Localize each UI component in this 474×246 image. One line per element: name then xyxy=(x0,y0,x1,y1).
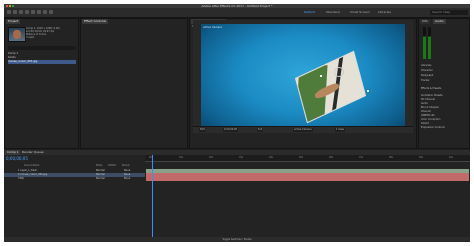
tick-label: 10s xyxy=(449,156,453,159)
view-label: Active Camera xyxy=(203,26,223,29)
timeline-panel: 0;00;00;05 Source Name Mode TrkMat Paren… xyxy=(4,155,470,242)
toolbar: Default Standard Small Screen Libraries … xyxy=(4,8,470,18)
effects-category[interactable]: Expression Controls xyxy=(421,126,445,129)
home-icon[interactable] xyxy=(7,10,11,14)
help-search-input[interactable]: Search Help xyxy=(430,10,468,15)
effects-category[interactable]: Channel xyxy=(421,110,431,113)
column-header: Source Name xyxy=(24,164,40,167)
composition-viewer[interactable]: Active Camera 50% 0:00:00:05 Full Active… xyxy=(193,20,413,133)
anchor-point-icon[interactable] xyxy=(334,67,344,77)
playhead[interactable] xyxy=(152,155,153,242)
panel-item-libraries[interactable]: Libraries xyxy=(421,64,431,67)
tracked-image-layer[interactable] xyxy=(295,50,366,124)
time-display[interactable]: 0:00:00:05 xyxy=(223,128,239,132)
timeline-footer[interactable]: Toggle Switches / Modes xyxy=(4,237,470,242)
current-time[interactable]: 0;00;00;05 xyxy=(6,156,28,161)
viewer-controls: 50% 0:00:00:05 Full Active Camera 1 View xyxy=(193,126,413,133)
selection-tool-icon[interactable] xyxy=(13,10,17,14)
project-thumbnail xyxy=(8,27,26,42)
layer-parent[interactable]: None xyxy=(124,177,130,181)
effects-category[interactable]: Blur & Sharpen xyxy=(421,106,439,109)
camera-tool-icon[interactable] xyxy=(37,10,41,14)
zoom-tool-icon[interactable] xyxy=(25,10,29,14)
effects-category[interactable]: Audio xyxy=(421,102,428,105)
app-window: Adobe After Effects CC 2017 - Untitled P… xyxy=(4,4,470,242)
tab-audio[interactable]: Audio xyxy=(433,19,446,24)
effects-category[interactable]: 3D Channel xyxy=(421,98,435,101)
camera-select[interactable]: Active Camera xyxy=(293,128,313,132)
workspace-libraries[interactable]: Libraries xyxy=(378,10,391,14)
time-ruler[interactable]: 00s 01s 02s 03s 04s 05s 06s 07s 08s 09s … xyxy=(145,155,470,162)
right-panels: Info Audio Libraries Character Paragraph… xyxy=(418,18,470,149)
layer-duration-bar[interactable] xyxy=(146,177,469,181)
panel-item-character[interactable]: Character xyxy=(421,69,433,72)
rotate-tool-icon[interactable] xyxy=(31,10,35,14)
effects-category[interactable]: Distort xyxy=(421,122,429,125)
tick-label: 09s xyxy=(419,156,423,159)
workspace-small-screen[interactable]: Small Screen xyxy=(350,10,370,14)
views-select[interactable]: 1 View xyxy=(335,128,345,132)
tick-label: 03s xyxy=(239,156,243,159)
layer-mode[interactable]: Normal xyxy=(96,177,105,181)
column-header: Mode xyxy=(96,164,103,167)
zoom-select[interactable]: 50% xyxy=(199,128,207,132)
hand-tool-icon[interactable] xyxy=(19,10,23,14)
tab-project[interactable]: Project xyxy=(6,19,21,24)
effects-category[interactable]: Animation Presets xyxy=(421,94,443,97)
workspace-standard[interactable]: Standard xyxy=(326,10,340,14)
composition-canvas[interactable]: Active Camera xyxy=(201,24,405,133)
tick-label: 05s xyxy=(299,156,303,159)
effects-category[interactable]: Color Correction xyxy=(421,118,440,121)
layer-row[interactable]: 3 BG Normal None xyxy=(4,177,145,181)
effects-category[interactable]: CINEMA 4D xyxy=(421,114,435,117)
project-search-input[interactable] xyxy=(8,46,76,50)
effect-controls-panel: Effect Controls xyxy=(80,18,188,149)
person-image xyxy=(13,30,21,39)
pen-tool-icon[interactable] xyxy=(43,10,47,14)
corner-handle[interactable] xyxy=(320,75,322,77)
resolution-select[interactable]: Full xyxy=(257,128,264,132)
tab-effect-controls[interactable]: Effect Controls xyxy=(82,19,108,24)
text-tool-icon[interactable] xyxy=(49,10,53,14)
tick-label: 06s xyxy=(329,156,333,159)
project-item-selected[interactable]: mouse_cursor_001.jpg xyxy=(8,60,76,64)
audio-meters xyxy=(423,27,439,59)
column-header: Parent xyxy=(122,164,130,167)
workspace-default[interactable]: Default xyxy=(304,10,315,14)
panel-item-paragraph[interactable]: Paragraph xyxy=(421,74,433,77)
project-panel: Project Comp 1, 1920 x 1080 (1.00) Δ 0;0… xyxy=(4,18,79,149)
tab-info[interactable]: Info xyxy=(420,19,430,24)
column-header: TrkMat xyxy=(108,164,116,167)
corner-handle[interactable] xyxy=(367,90,369,92)
tick-label: 08s xyxy=(389,156,393,159)
project-meta-line: 3 used xyxy=(26,36,35,39)
layer-name: 3 BG xyxy=(18,177,24,180)
tick-label: 02s xyxy=(209,156,213,159)
panel-item-effects-presets[interactable]: Effects & Presets xyxy=(421,87,441,90)
tick-label: 04s xyxy=(269,156,273,159)
tick-label: 01s xyxy=(179,156,183,159)
panel-item-tracker[interactable]: Tracker xyxy=(421,79,430,82)
tick-label: 07s xyxy=(359,156,363,159)
